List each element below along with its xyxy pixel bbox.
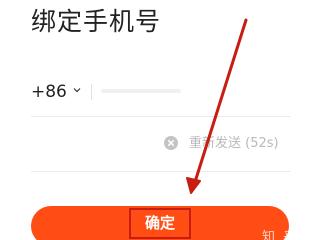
country-code-selector[interactable]: +86 [31,80,67,104]
confirm-button-label: 确定 [129,208,191,239]
divider [31,116,291,117]
page-title: 绑定手机号 [31,7,162,36]
confirm-button[interactable]: 确定 [31,206,289,240]
verification-code-row[interactable]: 重新发送 (52s) [31,132,291,156]
phone-input-row[interactable]: +86 [31,78,291,106]
watermark: 知 乎 [262,230,299,240]
chevron-down-icon[interactable] [73,86,81,94]
resend-code-button[interactable]: 重新发送 (52s) [189,134,279,154]
divider [91,84,92,100]
divider [31,171,291,172]
phone-number-input[interactable] [101,89,181,93]
bind-phone-page: 绑定手机号 +86 重新发送 (52s) 确定 知 乎 [0,0,320,240]
clear-circle-icon[interactable] [163,135,179,151]
